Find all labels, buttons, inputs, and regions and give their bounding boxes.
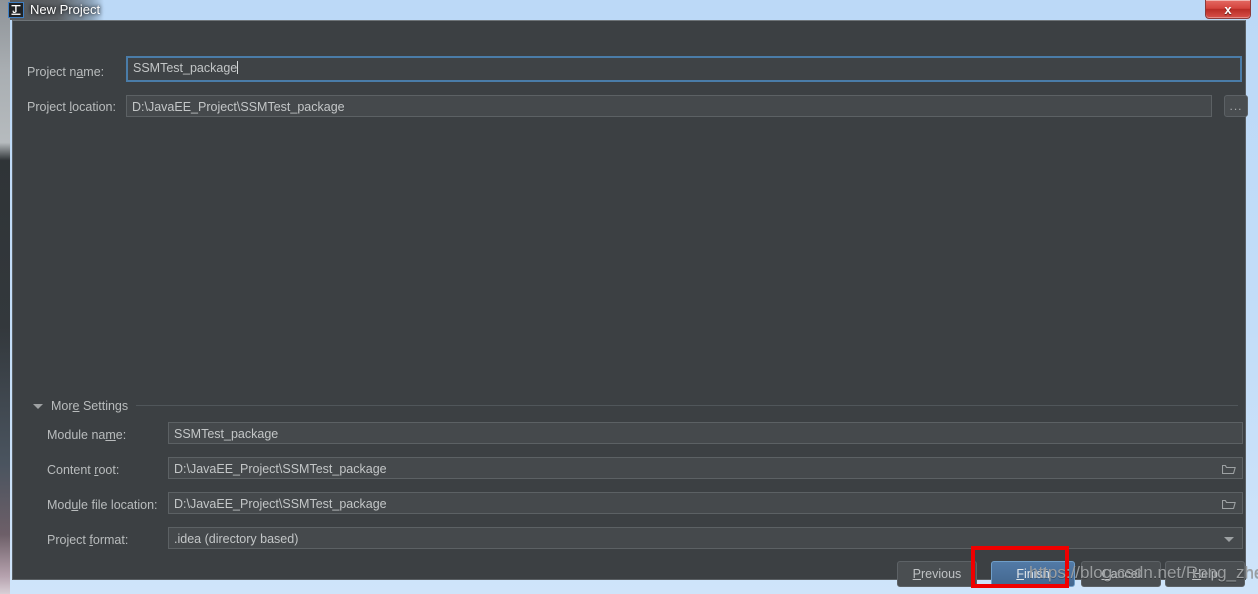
project-location-label: Project location: (27, 99, 116, 115)
content-root-input[interactable]: D:\JavaEE_Project\SSMTest_package (168, 457, 1243, 479)
module-name-label-pre: Module na (47, 428, 106, 442)
project-name-label-post: me: (83, 65, 105, 79)
close-glyph: x (1224, 1, 1232, 17)
chevron-down-icon[interactable] (1216, 528, 1242, 548)
intellij-idea-icon (8, 2, 24, 18)
content-root-label: Content root: (47, 462, 119, 478)
module-name-input[interactable]: SSMTest_package (168, 422, 1243, 444)
ellipsis-icon: ... (1229, 99, 1243, 113)
project-format-label-post: ormat: (92, 533, 129, 547)
previous-mnemonic: P (912, 567, 922, 581)
module-file-location-input[interactable]: D:\JavaEE_Project\SSMTest_package (168, 492, 1243, 514)
cancel-mnemonic: C (1101, 567, 1111, 581)
content-root-label-pre: Content (47, 463, 95, 477)
chevron-down-icon (33, 403, 43, 409)
cancel-post: ancel (1110, 567, 1141, 581)
project-format-value: .idea (directory based) (174, 532, 299, 546)
more-settings-label-pre: Mor (51, 399, 73, 413)
module-file-location-label: Module file location: (47, 497, 158, 513)
more-settings-label-post: Settings (79, 399, 129, 413)
folder-icon[interactable] (1216, 458, 1242, 478)
finish-button-label: Finish (1016, 567, 1049, 581)
browse-button[interactable]: ... (1224, 95, 1248, 117)
project-name-input[interactable]: SSMTest_package (126, 56, 1242, 82)
module-file-location-label-post: le file location: (78, 498, 158, 512)
finish-post: inish (1023, 567, 1050, 581)
more-settings-separator (136, 405, 1238, 407)
module-name-label-mnemonic: m (105, 428, 116, 442)
help-button-label: Help (1192, 567, 1218, 581)
cancel-button[interactable]: Cancel (1081, 561, 1161, 587)
module-name-label-post: e: (115, 428, 127, 442)
close-icon[interactable]: x (1205, 0, 1251, 19)
project-name-label: Project name: (27, 64, 104, 80)
text-caret (237, 61, 239, 74)
module-file-location-value: D:\JavaEE_Project\SSMTest_package (174, 497, 387, 511)
content-root-value: D:\JavaEE_Project\SSMTest_package (174, 462, 387, 476)
module-name-value: SSMTest_package (174, 427, 279, 441)
content-root-label-post: oot: (98, 463, 120, 477)
finish-mnemonic: F (1016, 567, 1024, 581)
project-location-value: D:\JavaEE_Project\SSMTest_package (132, 100, 345, 114)
previous-button[interactable]: Previous (897, 561, 977, 587)
project-location-label-pre: Project (27, 100, 70, 114)
window-title: New Project (30, 2, 101, 17)
project-format-select[interactable]: .idea (directory based) (168, 527, 1243, 549)
project-location-input[interactable]: D:\JavaEE_Project\SSMTest_package (126, 95, 1212, 117)
project-format-label-pre: Project (47, 533, 90, 547)
help-post: elp (1201, 567, 1218, 581)
new-project-dialog-window: New Project x Project name: SSMTest_pack… (8, 0, 1251, 587)
folder-icon[interactable] (1216, 493, 1242, 513)
previous-button-label: Previous (913, 567, 962, 581)
module-file-location-label-pre: Mod (47, 498, 72, 512)
project-location-label-post: ocation: (72, 100, 116, 114)
dialog-body: Project name: SSMTest_package Project lo… (12, 20, 1248, 587)
more-settings-label: More Settings (51, 399, 128, 413)
project-name-label-pre: Project n (27, 65, 77, 79)
project-name-value: SSMTest_package (133, 61, 238, 75)
help-mnemonic: H (1192, 567, 1202, 581)
module-name-label: Module name: (47, 427, 126, 443)
project-format-label: Project format: (47, 532, 128, 548)
cancel-button-label: Cancel (1102, 567, 1141, 581)
finish-button[interactable]: Finish (991, 561, 1075, 587)
previous-post: revious (921, 567, 962, 581)
more-settings-toggle[interactable]: More Settings (33, 398, 1238, 414)
help-button[interactable]: Help (1165, 561, 1245, 587)
